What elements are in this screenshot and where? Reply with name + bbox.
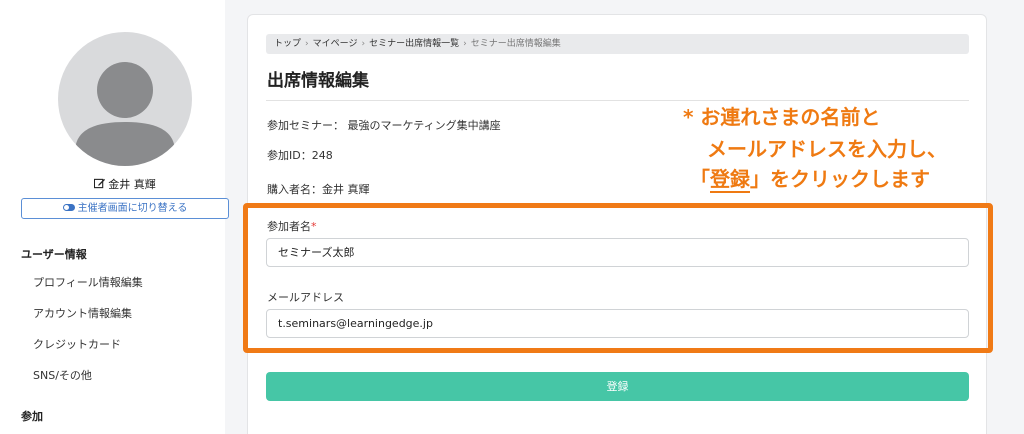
sidebar-item-account-edit[interactable]: アカウント情報編集	[33, 305, 132, 321]
breadcrumb-separator: ›	[305, 39, 309, 49]
breadcrumb-separator: ›	[463, 39, 467, 49]
annotation-line-1: * お連れさまの名前と	[683, 105, 881, 129]
switch-organizer-label: 主催者画面に切り替える	[77, 203, 188, 214]
breadcrumb-seminar-list[interactable]: セミナー出席情報一覧	[369, 39, 459, 49]
breadcrumb: トップ › マイページ › セミナー出席情報一覧 › セミナー出席情報編集	[266, 34, 969, 54]
toggle-icon	[62, 204, 75, 211]
annotation-line-3: 「登録」をクリックします	[690, 163, 930, 193]
seminar-info: 参加セミナー： 最強のマーケティング集中講座	[267, 119, 501, 132]
sidebar-item-sns[interactable]: SNS/その他	[33, 367, 92, 383]
user-name: 金井 真輝	[0, 176, 250, 192]
sidebar-item-profile-edit[interactable]: プロフィール情報編集	[33, 274, 143, 290]
annotation-highlight-box	[243, 203, 993, 353]
participation-id: 参加ID：248	[267, 149, 333, 162]
sidebar-heading-participation: 参加	[21, 410, 43, 423]
user-name-text: 金井 真輝	[108, 178, 156, 191]
annotation-bracket-open: 「	[690, 167, 710, 191]
user-silhouette-icon	[75, 62, 175, 166]
breadcrumb-separator: ›	[361, 39, 366, 49]
annotation-register-word: 登録	[710, 167, 750, 193]
breadcrumb-mypage[interactable]: マイページ	[313, 39, 358, 49]
page-title: 出席情報編集	[267, 71, 369, 91]
sidebar-heading-user-info: ユーザー情報	[21, 248, 87, 261]
breadcrumb-top[interactable]: トップ	[274, 39, 301, 49]
breadcrumb-current: セミナー出席情報編集	[470, 39, 561, 49]
sidebar-item-credit-card[interactable]: クレジットカード	[33, 336, 121, 352]
edit-icon[interactable]	[94, 178, 106, 189]
switch-organizer-button[interactable]: 主催者画面に切り替える	[21, 198, 229, 219]
sidebar: 金井 真輝 主催者画面に切り替える ユーザー情報 プロフィール情報編集 アカウン…	[0, 0, 229, 434]
register-button[interactable]: 登録	[266, 372, 969, 401]
purchaser-name: 購入者名：金井 真輝	[267, 183, 370, 196]
avatar	[58, 32, 192, 166]
annotation-line-2: メールアドレスを入力し、	[707, 137, 947, 161]
annotation-line-3-rest: 」をクリックします	[750, 167, 930, 191]
